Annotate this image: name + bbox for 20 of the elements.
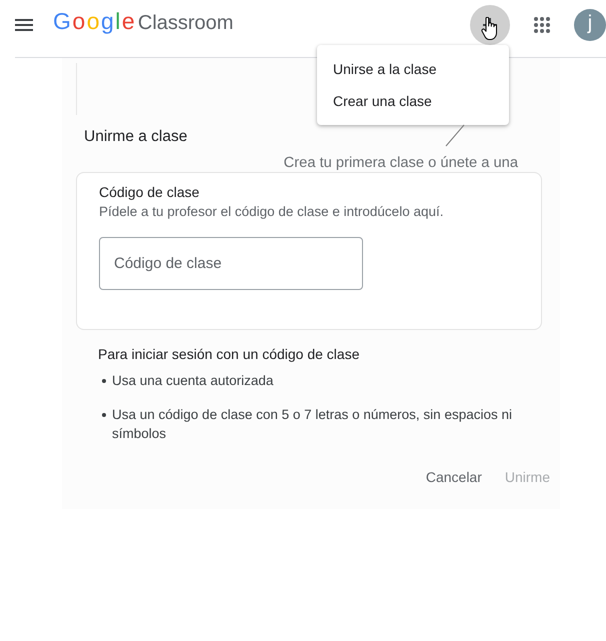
leader-line	[444, 124, 466, 148]
apps-button[interactable]	[532, 14, 552, 34]
bullet-icon	[102, 413, 106, 417]
menu-icon[interactable]	[15, 18, 33, 30]
hand-cursor-icon	[481, 17, 498, 41]
class-code-input[interactable]: Código de clase	[99, 237, 363, 290]
section-hint: Pídele a tu profesor el código de clase e introdúcelo aquí.	[99, 204, 444, 220]
tip-text: Usa un código de clase con 5 o 7 letras o números, sin espacios ni símbolos	[112, 406, 513, 443]
bullet-icon	[102, 379, 106, 383]
dialog-title: Unirme a clase	[84, 127, 188, 147]
text-button[interactable]: Cancelar	[418, 459, 490, 495]
account-avatar[interactable]: j	[574, 8, 606, 40]
section-heading: Código de clase	[99, 184, 200, 200]
callout-text: Crea tu primera clase o únete a una	[284, 154, 518, 172]
menu-item[interactable]: Unirse a la clase	[317, 53, 509, 85]
tip-text: Usa una cuenta autorizada	[112, 372, 274, 390]
google-classroom-logo[interactable]: Google Classroom	[53, 7, 234, 42]
tips-heading: Para iniciar sesión con un código de clase	[98, 346, 360, 362]
menu-item[interactable]: Crear una clase	[317, 85, 509, 117]
apps-grid-icon	[534, 16, 550, 32]
